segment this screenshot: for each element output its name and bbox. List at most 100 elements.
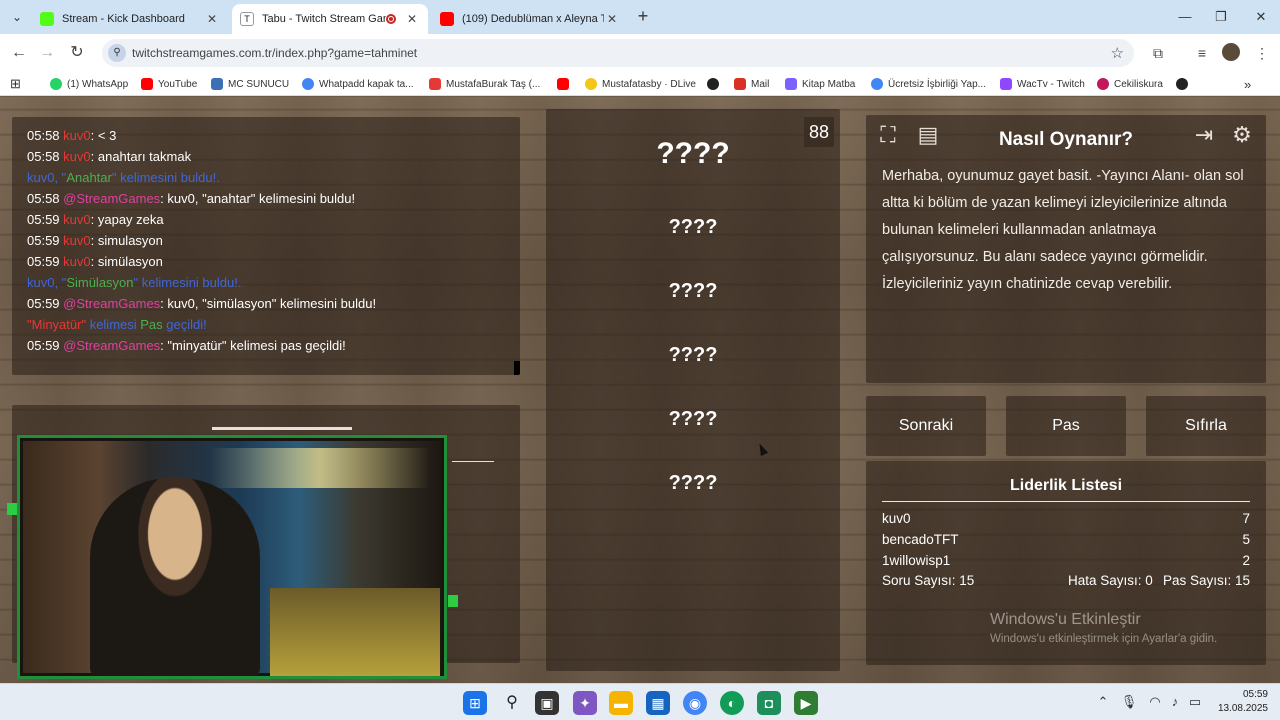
chat-bot-name: @StreamGames: [63, 338, 161, 353]
tab-search-chevron-icon[interactable]: ⌄: [6, 6, 28, 28]
tab-label: Stream - Kick Dashboard: [62, 13, 185, 25]
menu-kebab-icon[interactable]: ⋮: [1252, 43, 1272, 63]
new-tab-button[interactable]: +: [632, 6, 654, 28]
close-tab-icon[interactable]: ✕: [404, 12, 420, 26]
resize-handle[interactable]: [7, 503, 17, 515]
address-bar[interactable]: ⚲ twitchstreamgames.com.tr/index.php?gam…: [102, 39, 1134, 67]
volume-icon[interactable]: ♪: [1166, 694, 1184, 709]
chrome-icon[interactable]: ◉: [683, 691, 707, 715]
chat-message: : yapay zeka: [90, 212, 164, 227]
microphone-icon[interactable]: 🎙: [1120, 694, 1138, 710]
activation-watermark-subtitle: Windows'u etkinleştirmek için Ayarlar'a …: [990, 633, 1218, 645]
minimize-icon[interactable]: —: [1170, 6, 1200, 28]
bookmark-label: Mail: [751, 78, 770, 90]
player-score: 5: [1242, 532, 1250, 547]
bookmark-wactv[interactable]: WacTv - Twitch: [1000, 76, 1085, 92]
browser-toolbar: ← → ↻ ⚲ twitchstreamgames.com.tr/index.p…: [0, 34, 1280, 72]
system-clock[interactable]: 05:59 13.08.2025: [1186, 688, 1268, 716]
bookmark-dlive[interactable]: Mustafatasby · DLive: [585, 76, 696, 92]
site-info-icon[interactable]: ⚲: [108, 44, 126, 62]
bookmark-whatsapp[interactable]: (1) WhatsApp: [50, 76, 128, 92]
mail-icon: [734, 78, 746, 90]
bookmark-cekiliskura[interactable]: Cekiliskura: [1097, 76, 1163, 92]
bookmark-label: WacTv - Twitch: [1017, 78, 1085, 90]
extensions-icon[interactable]: ⧉: [1148, 43, 1168, 63]
player-name: bencadoTFT: [882, 532, 959, 547]
bookmark-youtube[interactable]: YouTube: [141, 76, 197, 92]
forward-arrow-icon[interactable]: →: [36, 42, 58, 64]
task-view-icon[interactable]: ▣: [535, 691, 559, 715]
pass-button[interactable]: Pas: [1006, 396, 1126, 456]
wifi-icon[interactable]: ◠: [1146, 694, 1164, 710]
reset-button[interactable]: Sıfırla: [1146, 396, 1266, 456]
chat-line: 05:59 kuv0: simulasyon: [12, 230, 520, 251]
bookmark-youtube-2[interactable]: [557, 76, 574, 92]
pass-count: Pas Sayısı: 15: [1162, 573, 1250, 588]
more-bookmarks-icon[interactable]: »: [1244, 76, 1251, 92]
game-page: 05:58 kuv0: < 3 05:58 kuv0: anahtarı tak…: [0, 97, 1280, 683]
youtube-icon: [440, 12, 454, 26]
chat-panel: 05:58 kuv0: < 3 05:58 kuv0: anahtarı tak…: [12, 117, 520, 375]
close-window-icon[interactable]: ✕: [1246, 6, 1276, 28]
bookmark-globe[interactable]: [707, 76, 724, 92]
bookmark-label: MC SUNUCU: [228, 78, 290, 90]
chat-time: 05:59: [27, 212, 60, 227]
close-tab-icon[interactable]: ✕: [604, 12, 620, 26]
error-count: Hata Sayısı: 0: [1068, 573, 1153, 588]
bookmark-star-icon[interactable]: ☆: [1111, 44, 1124, 62]
chat-time: 05:59: [27, 338, 60, 353]
player-score: 2: [1242, 553, 1250, 568]
back-arrow-icon[interactable]: ←: [8, 42, 30, 64]
tab-twitch-stream-games[interactable]: T Tabu - Twitch Stream Games ✕: [232, 4, 428, 34]
profile-avatar[interactable]: [1222, 43, 1240, 61]
copilot-icon[interactable]: ✦: [573, 691, 597, 715]
streaming-app-icon[interactable]: ▶: [794, 691, 818, 715]
tray-expand-icon[interactable]: ⌃: [1094, 694, 1112, 710]
resize-handle[interactable]: [448, 595, 458, 607]
bookmark-globe-2[interactable]: [1176, 76, 1193, 92]
how-to-play-text: Merhaba, oyunumuz gayet basit. -Yayıncı …: [882, 168, 1244, 292]
player-name: 1willowisp1: [882, 553, 951, 568]
chat-message: : kuv0, "anahtar" kelimesini buldu!: [160, 191, 356, 206]
search-icon[interactable]: ⚲: [500, 691, 524, 715]
bookmark-label: MustafaBurak Taş (...: [446, 78, 541, 90]
chat-line: 05:59 kuv0: simülasyon: [12, 251, 520, 272]
url-text[interactable]: twitchstreamgames.com.tr/index.php?game=…: [132, 46, 417, 60]
bookmark-label: Ücretsiz İşbirliği Yap...: [888, 78, 986, 90]
bookmark-mc-sunucu[interactable]: MC SUNUCU: [211, 76, 289, 92]
chat-line: 05:59 @StreamGames: "minyatür" kelimesi …: [12, 335, 520, 356]
google-icon: [302, 78, 314, 90]
chat-scrollbar[interactable]: [514, 361, 520, 375]
divider: [452, 461, 494, 462]
leaderboard-row: kuv0 7: [882, 511, 1250, 529]
bookmark-ucretsiz[interactable]: Ücretsiz İşbirliği Yap...: [871, 76, 986, 92]
microsoft-store-icon[interactable]: ▦: [646, 691, 670, 715]
chat-username: kuv0: [63, 149, 91, 164]
chat-message: : anahtarı takmak: [90, 149, 192, 164]
globe-icon: [707, 78, 719, 90]
webcam-lights: [210, 448, 430, 488]
reload-icon[interactable]: ↻: [66, 42, 88, 64]
windows-start-icon[interactable]: ⊞: [463, 691, 487, 715]
bookmark-mustafaburak[interactable]: MustafaBurak Taş (...: [429, 76, 540, 92]
apps-grid-icon[interactable]: ⊞: [10, 76, 21, 92]
file-explorer-icon[interactable]: ▬: [609, 691, 633, 715]
bookmark-kitap-matba[interactable]: Kitap Matba: [785, 76, 855, 92]
bookmark-whatpadd[interactable]: Whatpadd kapak ta...: [302, 76, 414, 92]
bookmark-mail[interactable]: Mail: [734, 76, 769, 92]
webcam-person: [90, 478, 260, 676]
bookmarks-bar: ⊞ (1) WhatsApp YouTube MC SUNUCU Whatpad…: [0, 72, 1280, 96]
app-icon[interactable]: ◘: [757, 691, 781, 715]
media-controls-icon[interactable]: ≡: [1192, 43, 1212, 63]
edge-icon[interactable]: ◐: [720, 691, 744, 715]
chat-message: : simülasyon: [90, 254, 163, 269]
how-to-play-panel: ⛶ ▤ ⇥ ⚙ Nasıl Oynanır? Merhaba, oyunumuz…: [866, 115, 1266, 383]
webcam-overlay: [17, 435, 447, 679]
maximize-icon[interactable]: ❐: [1206, 6, 1236, 28]
next-button[interactable]: Sonraki: [866, 396, 986, 456]
browser-tab-bar: ⌄ Stream - Kick Dashboard ✕ T Tabu - Twi…: [0, 0, 1280, 34]
tab-kick-dashboard[interactable]: Stream - Kick Dashboard ✕: [32, 4, 228, 34]
close-tab-icon[interactable]: ✕: [204, 12, 220, 26]
tab-youtube-video[interactable]: (109) Dedublüman x Aleyna Tilki ✕: [432, 4, 628, 34]
chat-found-word: Anahtar: [66, 170, 112, 185]
